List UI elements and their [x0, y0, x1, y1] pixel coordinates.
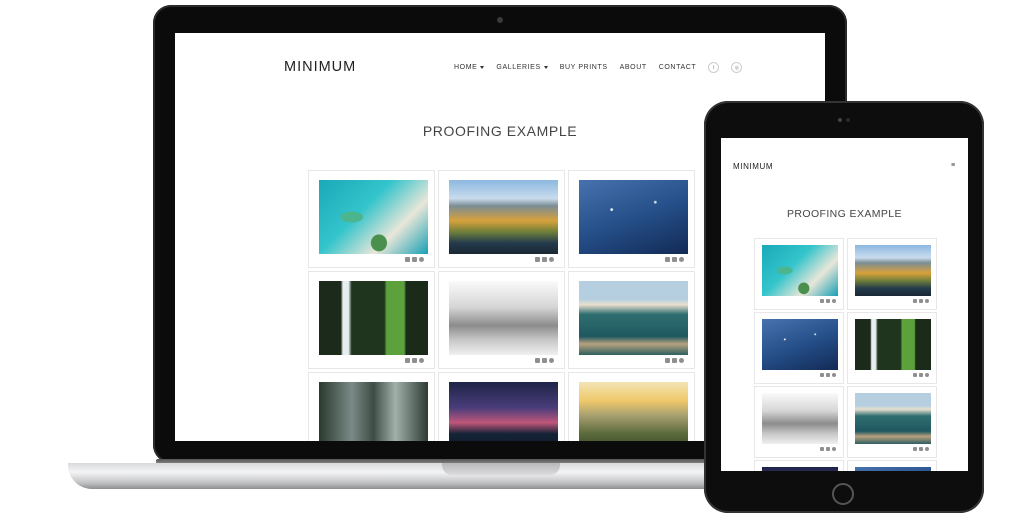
page-title: PROOFING EXAMPLE — [787, 208, 902, 220]
photo-thumbnail[interactable] — [319, 180, 428, 254]
photo-thumbnail[interactable] — [579, 180, 688, 254]
nav-item-buy-prints[interactable]: BUY PRINTS — [560, 64, 608, 71]
favorite-icon[interactable] — [832, 299, 836, 303]
photo-thumbnail[interactable] — [762, 467, 838, 471]
gallery-item[interactable] — [847, 460, 937, 471]
laptop-trackpad-notch — [442, 463, 560, 475]
chevron-down-icon — [543, 66, 548, 69]
favorite-icon[interactable] — [832, 447, 836, 451]
share-icon[interactable] — [913, 373, 917, 377]
share-icon[interactable] — [820, 373, 824, 377]
nav-item-label: GALLERIES — [496, 64, 541, 71]
proofing-gallery-grid — [308, 170, 695, 441]
photo-thumbnail[interactable] — [762, 393, 838, 444]
share-icon[interactable] — [665, 358, 670, 363]
laptop-camera-icon — [497, 17, 503, 23]
comment-icon[interactable] — [919, 373, 923, 377]
site-logo[interactable]: MINIMUM — [733, 162, 773, 171]
share-icon[interactable] — [913, 299, 917, 303]
comment-icon[interactable] — [826, 373, 830, 377]
gallery-item[interactable] — [754, 312, 844, 384]
favorite-icon[interactable] — [925, 373, 929, 377]
gallery-item[interactable] — [754, 238, 844, 310]
share-icon[interactable] — [820, 447, 824, 451]
photo-thumbnail[interactable] — [762, 245, 838, 296]
menu-icon[interactable]: ≡ — [951, 162, 955, 169]
gallery-item[interactable] — [308, 271, 435, 369]
favorite-icon[interactable] — [679, 358, 684, 363]
instagram-icon[interactable]: ◎ — [731, 62, 743, 73]
share-icon[interactable] — [405, 358, 410, 363]
share-icon[interactable] — [405, 257, 410, 262]
photo-thumbnail[interactable] — [449, 180, 558, 254]
nav-item-contact[interactable]: CONTACT — [659, 64, 697, 71]
photo-thumbnail[interactable] — [855, 245, 931, 296]
comment-icon[interactable] — [826, 447, 830, 451]
photo-thumbnail[interactable] — [855, 319, 931, 370]
share-icon[interactable] — [665, 257, 670, 262]
tablet-sensor-icon — [846, 118, 850, 122]
comment-icon[interactable] — [412, 257, 417, 262]
gallery-item[interactable] — [308, 372, 435, 441]
comment-icon[interactable] — [542, 358, 547, 363]
comment-icon[interactable] — [919, 447, 923, 451]
comment-icon[interactable] — [672, 257, 677, 262]
site-logo[interactable]: MINIMUM — [284, 59, 356, 75]
gallery-item[interactable] — [754, 460, 844, 471]
share-icon[interactable] — [820, 299, 824, 303]
comment-icon[interactable] — [672, 358, 677, 363]
photo-thumbnail[interactable] — [762, 319, 838, 370]
gallery-item[interactable] — [438, 271, 565, 369]
favorite-icon[interactable] — [419, 257, 424, 262]
chevron-down-icon — [480, 66, 485, 69]
proofing-gallery-grid — [754, 238, 937, 471]
nav-item-label: CONTACT — [658, 64, 697, 71]
nav-item-label: ABOUT — [619, 64, 647, 71]
photo-thumbnail[interactable] — [449, 281, 558, 355]
nav-item-galleries[interactable]: GALLERIES — [496, 64, 548, 71]
nav-item-home[interactable]: HOME — [454, 64, 485, 71]
comment-icon[interactable] — [826, 299, 830, 303]
share-icon[interactable] — [535, 358, 540, 363]
photo-thumbnail[interactable] — [855, 467, 931, 471]
share-icon[interactable] — [535, 257, 540, 262]
tablet-home-button[interactable] — [832, 483, 854, 505]
favorite-icon[interactable] — [419, 358, 424, 363]
favorite-icon[interactable] — [679, 257, 684, 262]
gallery-item[interactable] — [754, 386, 844, 458]
nav-item-about[interactable]: ABOUT — [620, 64, 647, 71]
favorite-icon[interactable] — [832, 373, 836, 377]
comment-icon[interactable] — [919, 299, 923, 303]
twitter-icon[interactable]: t — [708, 62, 720, 73]
gallery-item[interactable] — [308, 170, 435, 268]
photo-thumbnail[interactable] — [579, 382, 688, 441]
photo-thumbnail[interactable] — [319, 382, 428, 441]
gallery-item[interactable] — [847, 386, 937, 458]
favorite-icon[interactable] — [549, 358, 554, 363]
nav-item-label: HOME — [454, 64, 478, 71]
photo-thumbnail[interactable] — [579, 281, 688, 355]
photo-thumbnail[interactable] — [855, 393, 931, 444]
gallery-item[interactable] — [438, 170, 565, 268]
gallery-item[interactable] — [568, 372, 695, 441]
gallery-item[interactable] — [847, 238, 937, 310]
comment-icon[interactable] — [542, 257, 547, 262]
comment-icon[interactable] — [412, 358, 417, 363]
tablet-camera-icon — [838, 118, 842, 122]
gallery-item[interactable] — [438, 372, 565, 441]
photo-thumbnail[interactable] — [319, 281, 428, 355]
share-icon[interactable] — [913, 447, 917, 451]
main-nav: HOME GALLERIES BUY PRINTS ABOUT CONTACT … — [454, 62, 743, 73]
tablet-screen: MINIMUM ≡ PROOFING EXAMPLE — [721, 138, 968, 471]
gallery-item[interactable] — [568, 271, 695, 369]
gallery-item[interactable] — [847, 312, 937, 384]
favorite-icon[interactable] — [925, 447, 929, 451]
favorite-icon[interactable] — [925, 299, 929, 303]
favorite-icon[interactable] — [549, 257, 554, 262]
gallery-item[interactable] — [568, 170, 695, 268]
nav-item-label: BUY PRINTS — [559, 64, 608, 71]
photo-thumbnail[interactable] — [449, 382, 558, 441]
